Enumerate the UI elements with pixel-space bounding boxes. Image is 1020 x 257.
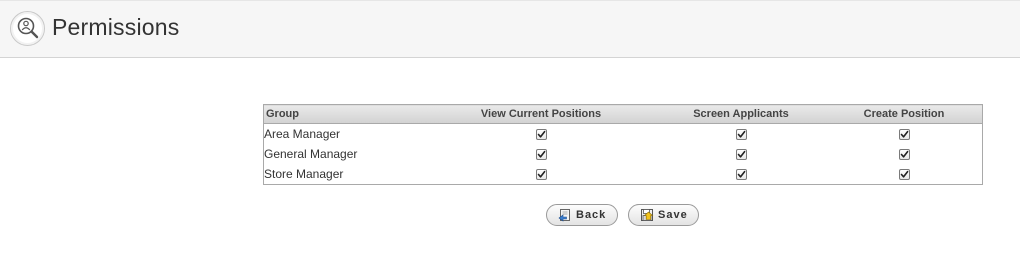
group-name: General Manager <box>264 147 358 161</box>
screen-applicants-checkbox[interactable] <box>735 169 747 181</box>
group-name: Store Manager <box>264 167 344 181</box>
permissions-table: Group View Current Positions Screen Appl… <box>263 104 983 185</box>
table-row: General Manager <box>264 144 983 164</box>
view-positions-checkbox[interactable] <box>535 129 547 141</box>
screen-applicants-checkbox[interactable] <box>735 129 747 141</box>
user-search-icon <box>10 11 45 46</box>
back-document-icon <box>558 208 572 222</box>
create-position-checkbox[interactable] <box>898 129 910 141</box>
view-positions-checkbox[interactable] <box>535 149 547 161</box>
save-button-label: Save <box>658 209 688 221</box>
table-header-row: Group View Current Positions Screen Appl… <box>263 104 983 124</box>
save-disk-icon <box>640 208 654 222</box>
create-position-checkbox[interactable] <box>898 149 910 161</box>
back-button[interactable]: Back <box>546 204 618 226</box>
column-header-group: Group <box>263 104 426 124</box>
view-positions-checkbox[interactable] <box>535 169 547 181</box>
screen-applicants-checkbox[interactable] <box>735 149 747 161</box>
table-row: Area Manager <box>264 124 983 145</box>
page-header: Permissions <box>0 0 1020 58</box>
page-title: Permissions <box>52 14 180 40</box>
back-button-label: Back <box>576 209 607 221</box>
group-name: Area Manager <box>264 127 341 141</box>
save-button[interactable]: Save <box>628 204 699 226</box>
column-header-screen-applicants: Screen Applicants <box>656 104 826 124</box>
create-position-checkbox[interactable] <box>898 169 910 181</box>
column-header-create-position: Create Position <box>826 104 983 124</box>
table-row: Store Manager <box>264 164 983 185</box>
column-header-view-current-positions: View Current Positions <box>426 104 656 124</box>
